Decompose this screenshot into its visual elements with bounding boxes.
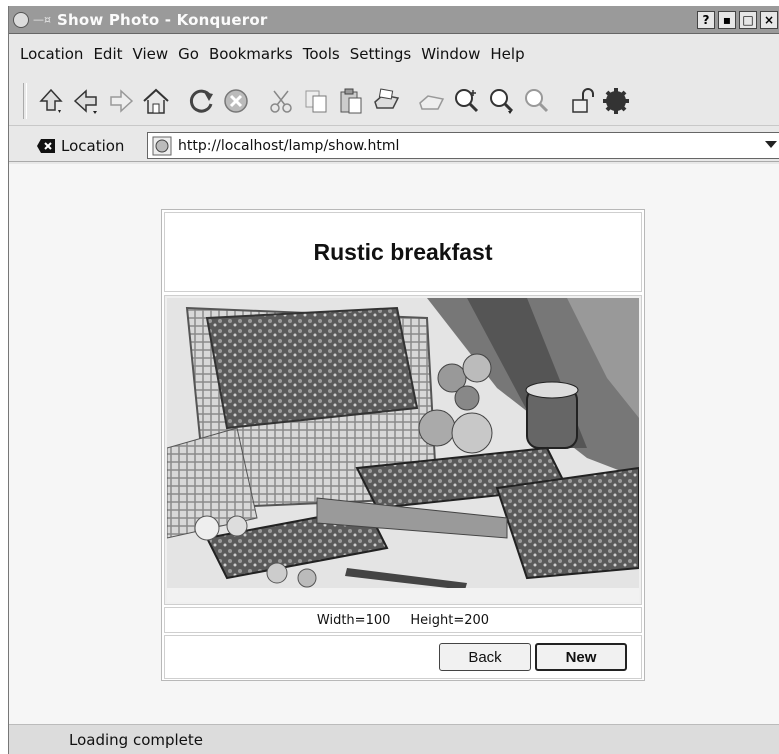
breakfast-photo <box>167 298 639 602</box>
status-text: Loading complete <box>69 730 204 749</box>
location-url[interactable]: http://localhost/lamp/show.html <box>178 138 399 154</box>
menu-tools[interactable]: Tools <box>298 45 345 63</box>
menu-location[interactable]: Location <box>15 45 88 63</box>
location-field[interactable]: http://localhost/lamp/show.html <box>147 132 779 159</box>
chevron-down-icon[interactable] <box>765 141 777 148</box>
minimize-button[interactable]: ▪ <box>718 11 736 29</box>
menu-bookmarks[interactable]: Bookmarks <box>204 45 298 63</box>
konqueror-window: —¤ Show Photo - Konqueror ? ▪ □ × Locati… <box>8 6 779 754</box>
reload-icon[interactable] <box>185 84 217 118</box>
status-bar: Loading complete <box>9 724 779 754</box>
menu-settings[interactable]: Settings <box>345 45 417 63</box>
main-toolbar <box>9 76 779 126</box>
konqueror-gear-icon[interactable] <box>600 84 632 118</box>
clear-location-icon[interactable] <box>37 138 55 153</box>
forward-arrow-icon[interactable] <box>105 84 137 118</box>
location-label: Location <box>61 136 125 155</box>
print-icon[interactable] <box>370 84 402 118</box>
menu-view[interactable]: View <box>128 45 174 63</box>
cut-icon[interactable] <box>265 84 297 118</box>
zoom-icon[interactable] <box>520 84 552 118</box>
up-arrow-icon[interactable] <box>35 84 67 118</box>
back-button[interactable]: Back <box>439 643 531 671</box>
menu-edit[interactable]: Edit <box>88 45 127 63</box>
maximize-button[interactable]: □ <box>739 11 757 29</box>
menu-help[interactable]: Help <box>485 45 529 63</box>
help-button[interactable]: ? <box>697 11 715 29</box>
app-menu-icon[interactable] <box>13 11 29 28</box>
page-title: Rustic breakfast <box>313 238 493 265</box>
stop-icon[interactable] <box>220 84 252 118</box>
close-button[interactable]: × <box>760 11 778 29</box>
home-icon[interactable] <box>140 84 172 118</box>
menu-go[interactable]: Go <box>173 45 204 63</box>
zoom-out-icon[interactable] <box>485 84 517 118</box>
page-favicon-icon <box>152 136 172 155</box>
zoom-in-icon[interactable] <box>450 84 482 118</box>
photo-cell <box>164 295 642 605</box>
menu-bar: Location Edit View Go Bookmarks Tools Se… <box>9 42 530 66</box>
location-bar: Location http://localhost/lamp/show.html <box>9 130 779 162</box>
back-arrow-icon[interactable] <box>70 84 102 118</box>
window-title: Show Photo - Konqueror <box>57 10 268 29</box>
paste-icon[interactable] <box>335 84 367 118</box>
print-frame-icon[interactable] <box>415 84 447 118</box>
security-lock-icon[interactable] <box>565 84 597 118</box>
copy-icon[interactable] <box>300 84 332 118</box>
page-viewport: Rustic breakfast Width=100 Height=200 Ba… <box>9 164 779 724</box>
pin-icon[interactable]: —¤ <box>33 13 51 26</box>
width-text: Width=100 <box>316 612 391 628</box>
menu-window[interactable]: Window <box>416 45 485 63</box>
title-bar[interactable]: —¤ Show Photo - Konqueror ? ▪ □ × <box>9 6 779 34</box>
dimensions-row: Width=100 Height=200 <box>164 607 642 633</box>
buttons-row: Back New <box>164 635 642 679</box>
title-row: Rustic breakfast <box>164 212 642 292</box>
photo-table: Rustic breakfast Width=100 Height=200 Ba… <box>161 209 645 681</box>
height-text: Height=200 <box>410 612 490 628</box>
new-button[interactable]: New <box>535 643 627 671</box>
toolbar-grip[interactable] <box>23 82 27 119</box>
